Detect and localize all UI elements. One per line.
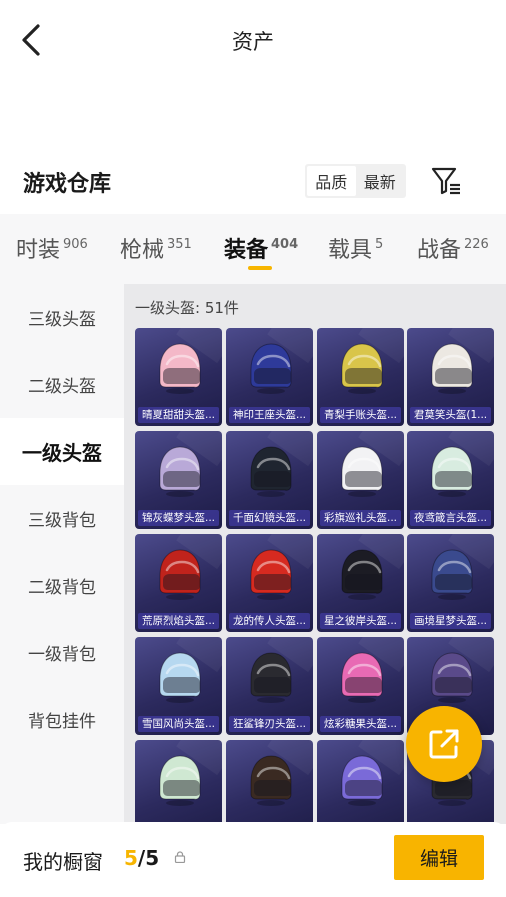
item-card[interactable]: 青梨手账头盔... bbox=[317, 328, 404, 426]
item-card[interactable]: 荒原烈焰头盔... bbox=[135, 534, 222, 632]
helmet-icon bbox=[341, 652, 383, 703]
helmet-icon bbox=[250, 755, 292, 806]
sort-quality-button[interactable]: 品质 bbox=[307, 166, 356, 196]
item-name: 龙的传人头盔... bbox=[229, 613, 310, 629]
item-name: 神印王座头盔... bbox=[229, 407, 310, 423]
showcase-current: 5 bbox=[124, 846, 138, 870]
sidebar-item-level3-backpack[interactable]: 三级背包 bbox=[0, 485, 124, 552]
item-card[interactable]: 雪国风尚头盔... bbox=[135, 637, 222, 735]
item-name: 炫彩糖果头盔... bbox=[320, 716, 401, 732]
tab-label: 载具 bbox=[328, 238, 373, 263]
item-name: 晴夏甜甜头盔... bbox=[138, 407, 219, 423]
item-card[interactable]: 狂鲨锋刃头盔... bbox=[226, 637, 313, 735]
helmet-icon bbox=[341, 755, 383, 806]
item-card[interactable]: 龙的传人头盔... bbox=[226, 534, 313, 632]
item-name: 夜鸢箴言头盔... bbox=[410, 510, 491, 526]
tab-weapons[interactable]: 枪械 351 bbox=[120, 232, 192, 264]
assets-page: 资产 游戏仓库 品质 最新 时装 906 枪械 351 装备 404 载具 5 战备 22… bbox=[0, 0, 506, 897]
item-card[interactable] bbox=[226, 740, 313, 824]
item-card[interactable]: 彩旗巡礼头盔... bbox=[317, 431, 404, 529]
helmet-icon bbox=[250, 343, 292, 394]
helmet-icon bbox=[250, 652, 292, 703]
helmet-icon bbox=[341, 343, 383, 394]
showcase-total: /5 bbox=[137, 846, 160, 870]
item-card[interactable]: 锦灰蝶梦头盔... bbox=[135, 431, 222, 529]
tab-count: 906 bbox=[63, 237, 88, 252]
item-name: 荒原烈焰头盔... bbox=[138, 613, 219, 629]
share-export-icon bbox=[429, 729, 459, 759]
helmet-icon bbox=[431, 549, 473, 600]
helmet-icon bbox=[159, 343, 201, 394]
sort-newest-button[interactable]: 最新 bbox=[356, 166, 405, 196]
sidebar-item-level2-helmet[interactable]: 二级头盔 bbox=[0, 351, 124, 418]
sidebar-item-level1-backpack[interactable]: 一级背包 bbox=[0, 619, 124, 686]
tab-label: 装备 bbox=[224, 238, 269, 263]
helmet-icon bbox=[431, 343, 473, 394]
item-card[interactable]: 晴夏甜甜头盔... bbox=[135, 328, 222, 426]
item-card[interactable] bbox=[135, 740, 222, 824]
tab-fashion[interactable]: 时装 906 bbox=[16, 232, 88, 264]
item-card[interactable]: 千面幻镜头盔... bbox=[226, 431, 313, 529]
helmet-icon bbox=[341, 549, 383, 600]
sidebar: 三级头盔 二级头盔 一级头盔 三级背包 二级背包 一级背包 背包挂件 bbox=[0, 284, 124, 824]
item-name: 青梨手账头盔... bbox=[320, 407, 401, 423]
helmet-icon bbox=[159, 652, 201, 703]
helmet-icon bbox=[159, 549, 201, 600]
lock-icon bbox=[174, 851, 186, 863]
item-card[interactable] bbox=[317, 740, 404, 824]
item-name: 彩旗巡礼头盔... bbox=[320, 510, 401, 526]
item-name: 画境星梦头盔... bbox=[410, 613, 491, 629]
item-card[interactable]: 炫彩糖果头盔... bbox=[317, 637, 404, 735]
item-name: 君莫笑头盔(1... bbox=[410, 407, 491, 423]
helmet-icon bbox=[431, 652, 473, 703]
tab-count: 404 bbox=[271, 237, 299, 252]
helmet-icon bbox=[159, 446, 201, 497]
item-name: 雪国风尚头盔... bbox=[138, 716, 219, 732]
sidebar-item-level3-helmet[interactable]: 三级头盔 bbox=[0, 284, 124, 351]
active-tab-indicator bbox=[248, 266, 272, 270]
section-title: 游戏仓库 bbox=[23, 172, 112, 197]
page-title: 资产 bbox=[232, 30, 274, 54]
edit-button[interactable]: 编辑 bbox=[394, 835, 484, 880]
item-card[interactable]: 君莫笑头盔(1... bbox=[407, 328, 494, 426]
item-name: 狂鲨锋刃头盔... bbox=[229, 716, 310, 732]
showcase-count: 5/5 bbox=[124, 846, 159, 870]
tab-vehicles[interactable]: 载具 5 bbox=[328, 232, 383, 264]
tab-equipment[interactable]: 装备 404 bbox=[224, 232, 298, 264]
tab-count: 351 bbox=[167, 237, 192, 252]
item-name: 锦灰蝶梦头盔... bbox=[138, 510, 219, 526]
item-card[interactable]: 夜鸢箴言头盔... bbox=[407, 431, 494, 529]
helmet-icon bbox=[341, 446, 383, 497]
filter-button[interactable] bbox=[430, 164, 464, 198]
tab-count: 226 bbox=[464, 237, 489, 252]
tab-count: 5 bbox=[375, 237, 384, 252]
helmet-icon bbox=[159, 755, 201, 806]
tab-label: 战备 bbox=[417, 238, 462, 263]
filter-icon bbox=[431, 167, 460, 195]
showcase-bar: 我的橱窗 5/5 编辑 bbox=[0, 822, 506, 897]
item-name: 星之彼岸头盔... bbox=[320, 613, 401, 629]
tab-label: 枪械 bbox=[120, 238, 165, 263]
sidebar-item-level2-backpack[interactable]: 二级背包 bbox=[0, 552, 124, 619]
top-bar: 资产 bbox=[0, 0, 506, 80]
category-tabs: 时装 906 枪械 351 装备 404 载具 5 战备 226 bbox=[0, 214, 506, 284]
tab-label: 时装 bbox=[16, 238, 61, 263]
item-name: 千面幻镜头盔... bbox=[229, 510, 310, 526]
showcase-label: 我的橱窗 bbox=[23, 850, 103, 874]
sidebar-item-backpack-charm[interactable]: 背包挂件 bbox=[0, 686, 124, 753]
item-card[interactable]: 画境星梦头盔... bbox=[407, 534, 494, 632]
tab-supplies[interactable]: 战备 226 bbox=[417, 232, 489, 264]
helmet-icon bbox=[431, 446, 473, 497]
sort-toggle: 品质 最新 bbox=[305, 164, 406, 198]
item-card[interactable]: 星之彼岸头盔... bbox=[317, 534, 404, 632]
sidebar-item-level1-helmet[interactable]: 一级头盔 bbox=[0, 418, 124, 485]
item-card[interactable]: 神印王座头盔... bbox=[226, 328, 313, 426]
share-button[interactable] bbox=[406, 706, 482, 782]
item-count-label: 一级头盔: 51件 bbox=[135, 299, 239, 317]
helmet-icon bbox=[250, 446, 292, 497]
helmet-icon bbox=[250, 549, 292, 600]
